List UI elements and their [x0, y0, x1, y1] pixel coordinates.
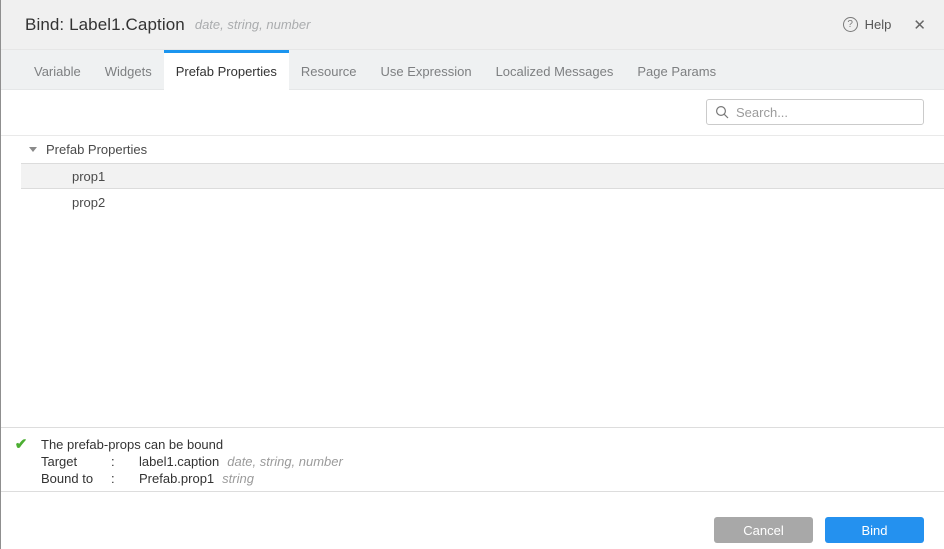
status-row-label: Target: [41, 454, 78, 469]
status-row-separator: :: [111, 471, 115, 486]
status-message: The prefab-props can be bound: [41, 437, 224, 452]
status-row-type-hint: string: [222, 471, 254, 486]
status-row-type-hint: date, string, number: [227, 454, 343, 469]
tab-content: Prefab Properties prop1 prop2: [1, 90, 944, 427]
binding-status-lines: The prefab-props can be bound Target : l…: [41, 436, 944, 487]
search-box[interactable]: [706, 99, 924, 125]
help-label: Help: [864, 17, 892, 32]
dialog-footer: Cancel Bind: [1, 492, 944, 549]
status-row-separator: :: [111, 454, 115, 469]
prefab-properties-tree: Prefab Properties prop1 prop2: [1, 136, 944, 215]
success-check-icon: ✔: [14, 436, 28, 453]
status-row-value: Prefab.prop1: [139, 471, 215, 486]
search-icon: [715, 105, 729, 119]
help-circle-icon: ?: [842, 17, 858, 32]
tree-item-prop2[interactable]: prop2: [21, 189, 944, 215]
dialog-title: Bind: Label1.Caption: [25, 14, 185, 34]
tab-prefab-properties[interactable]: Prefab Properties: [163, 50, 289, 90]
tab-variable[interactable]: Variable: [22, 50, 93, 89]
cancel-button[interactable]: Cancel: [714, 517, 813, 543]
search-row: [1, 90, 944, 136]
tab-resource[interactable]: Resource: [289, 50, 369, 89]
tab-widgets[interactable]: Widgets: [93, 50, 164, 89]
status-row-target: Target : label1.caption date, string, nu…: [41, 453, 944, 470]
search-input[interactable]: [736, 104, 915, 120]
tree-group-prefab-properties[interactable]: Prefab Properties: [1, 136, 944, 163]
dialog-title-type-hint: date, string, number: [194, 17, 311, 32]
tab-use-expression[interactable]: Use Expression: [369, 50, 484, 89]
help-button[interactable]: ? Help: [842, 17, 892, 32]
tab-bar: Variable Widgets Prefab Properties Resou…: [1, 50, 944, 90]
tree-item-prop1[interactable]: prop1: [21, 163, 944, 189]
tree-group-label: Prefab Properties: [46, 142, 148, 157]
status-row-value: label1.caption: [139, 454, 220, 469]
bind-button[interactable]: Bind: [825, 517, 924, 543]
tab-page-params[interactable]: Page Params: [625, 50, 728, 89]
binding-status-panel: ✔ The prefab-props can be bound Target :…: [1, 427, 944, 492]
status-row-bound-to: Bound to : Prefab.prop1 string: [41, 470, 944, 487]
caret-down-icon: [29, 147, 37, 152]
close-icon[interactable]: ✕: [913, 16, 926, 34]
tab-localized-messages[interactable]: Localized Messages: [484, 50, 626, 89]
status-row-label: Bound to: [41, 471, 94, 486]
dialog-header: Bind: Label1.Caption date, string, numbe…: [1, 0, 944, 50]
bind-dialog: Bind: Label1.Caption date, string, numbe…: [0, 0, 944, 549]
